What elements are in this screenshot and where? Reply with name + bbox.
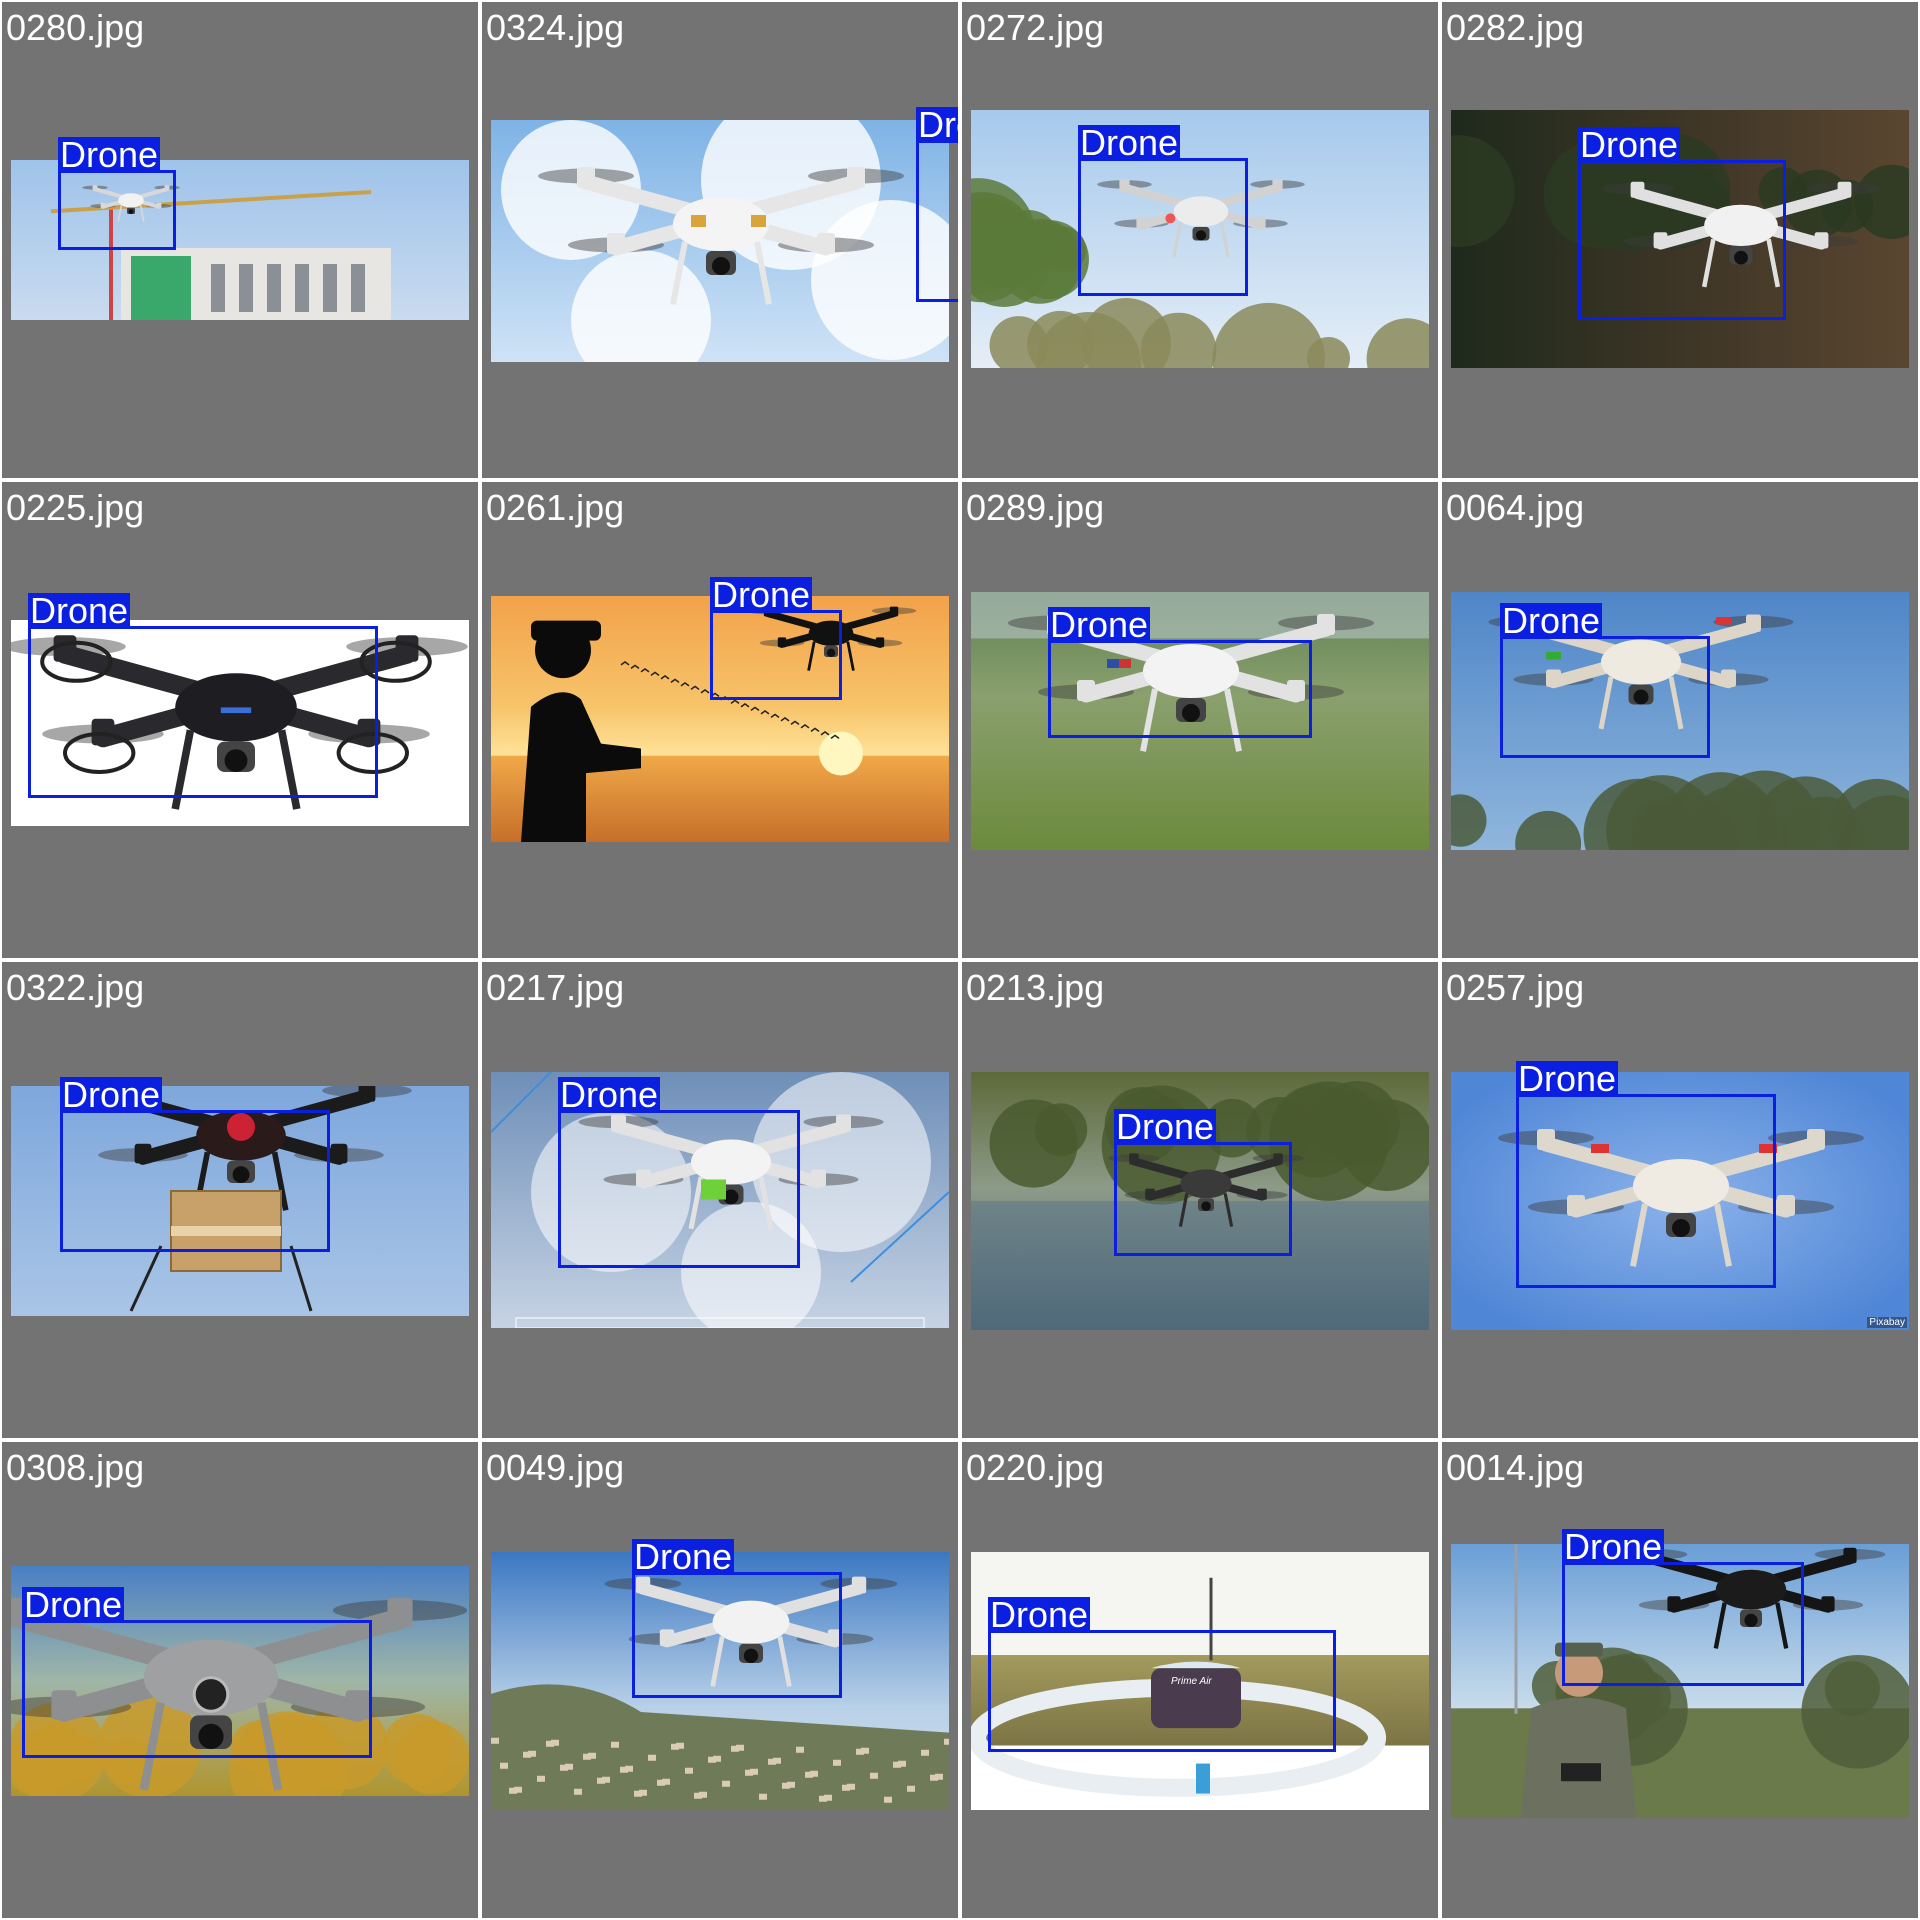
- file-name: 0014.jpg: [1446, 1447, 1585, 1488]
- photo-caption-amazon: amazon: [1001, 1793, 1050, 1808]
- file-name: 0280.jpg: [6, 7, 145, 48]
- detection-label: Drone: [28, 590, 131, 631]
- image-tile: Drone 0308.jpg: [2, 1442, 478, 1918]
- image-tile: Drone 0225.jpg: [2, 482, 478, 958]
- detection-label: Drone: [1500, 600, 1603, 641]
- image-tile: Drone 0289.jpg: [962, 482, 1438, 958]
- file-name: 0272.jpg: [966, 7, 1105, 48]
- detection-box: Drone: [58, 137, 176, 250]
- image-tile: Drone 0324.jpg: [482, 2, 958, 478]
- file-name: 0225.jpg: [6, 487, 145, 528]
- file-name: 0289.jpg: [966, 487, 1105, 528]
- file-name: 0261.jpg: [486, 487, 625, 528]
- detection-label: Drone: [58, 134, 161, 175]
- detection-box: Drone: [60, 1077, 330, 1252]
- file-name: 0308.jpg: [6, 1447, 145, 1488]
- detection-box: Drone: [632, 1539, 842, 1698]
- detection-box: Drone: [1578, 127, 1786, 320]
- file-name: 0220.jpg: [966, 1447, 1105, 1488]
- detection-label: Drone: [632, 1536, 735, 1577]
- image-tile: Drone 0322.jpg: [2, 962, 478, 1438]
- file-name: 0322.jpg: [6, 967, 145, 1008]
- file-name: 0282.jpg: [1446, 7, 1585, 48]
- detection-label: Drone: [22, 1584, 125, 1625]
- file-name: 0064.jpg: [1446, 487, 1585, 528]
- image-tile: Drone 0064.jpg: [1442, 482, 1918, 958]
- detection-box: Drone: [1500, 603, 1710, 758]
- image-tile: Drone 0049.jpg: [482, 1442, 958, 1918]
- image-tile: Drone 0217.jpg: [482, 962, 958, 1438]
- detection-label: Drone: [1578, 124, 1681, 165]
- file-name: 0217.jpg: [486, 967, 625, 1008]
- image-tile: Drone 0272.jpg: [962, 2, 1438, 478]
- detection-box: Drone: [558, 1077, 800, 1268]
- photo: [491, 120, 949, 362]
- image-tile: Drone 0282.jpg: [1442, 2, 1918, 478]
- image-tile: Drone 0261.jpg: [482, 482, 958, 958]
- detection-label: Drone: [60, 1074, 163, 1115]
- detection-label: Drone: [1078, 122, 1181, 163]
- detection-label: Drone: [1516, 1058, 1619, 1099]
- detection-box: Drone: [28, 593, 378, 798]
- detection-box: Drone: [22, 1587, 372, 1758]
- detection-box: Drone: [988, 1597, 1336, 1752]
- image-tile: Drone 0014.jpg: [1442, 1442, 1918, 1918]
- detection-box: Drone: [710, 577, 842, 700]
- detection-label: Drone: [558, 1074, 661, 1115]
- image-tile: Drone 0280.jpg: [2, 2, 478, 478]
- detection-label: Drone: [1114, 1106, 1217, 1147]
- image-tile: Drone 0213.jpg: [962, 962, 1438, 1438]
- detection-label: Drone: [1562, 1526, 1665, 1567]
- file-name: 0324.jpg: [486, 7, 625, 48]
- file-name: 0049.jpg: [486, 1447, 625, 1488]
- photo-scene: [491, 120, 949, 362]
- detection-label: Drone: [988, 1594, 1091, 1635]
- detection-grid: Drone0280.jpgDrone0324.jpgDrone0272.jpgD…: [0, 0, 1920, 1920]
- detection-box: Drone: [1114, 1109, 1292, 1256]
- file-name: 0257.jpg: [1446, 967, 1585, 1008]
- image-tile: Pixabay Drone 0257.jpg: [1442, 962, 1918, 1438]
- detection-box: Drone: [1078, 125, 1248, 296]
- detection-box: Drone: [1562, 1529, 1804, 1686]
- detection-box: Drone: [916, 107, 958, 302]
- detection-label: Drone: [1048, 604, 1151, 645]
- detection-box: Drone: [1516, 1061, 1776, 1288]
- photo-credit: Pixabay: [1867, 1317, 1907, 1328]
- detection-box: Drone: [1048, 607, 1312, 738]
- detection-label: Drone: [916, 107, 958, 143]
- detection-label: Drone: [710, 574, 813, 615]
- file-name: 0213.jpg: [966, 967, 1105, 1008]
- image-tile: Prime Air amazon Drone 0220.jpg: [962, 1442, 1438, 1918]
